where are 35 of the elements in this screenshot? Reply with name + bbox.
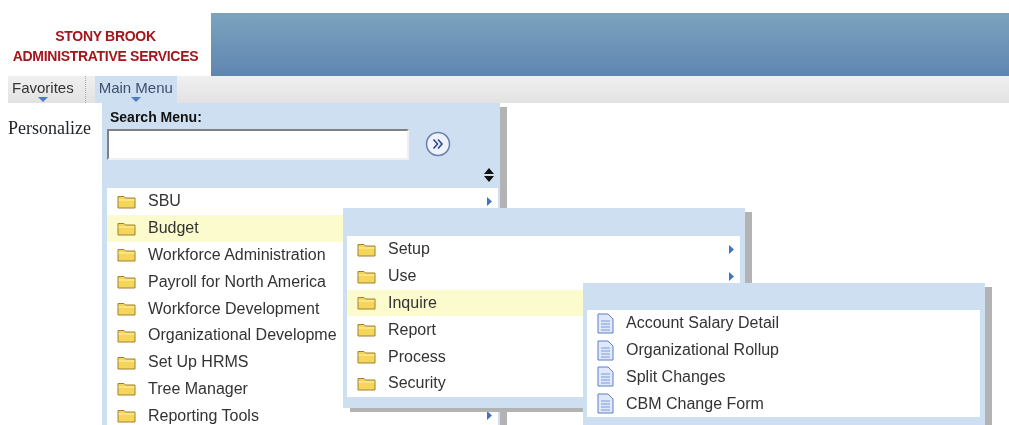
folder-icon [117, 301, 136, 317]
search-field[interactable] [107, 128, 409, 160]
menu-tab[interactable]: Main Menu [94, 76, 177, 103]
document-icon [597, 366, 614, 388]
folder-icon [357, 268, 376, 284]
menu-item[interactable]: Reporting Tools [107, 402, 498, 425]
folder-icon [117, 193, 136, 209]
logo-text: ADMINISTRATIVE SERVICES [12, 46, 199, 66]
go-button[interactable] [425, 131, 451, 157]
folder-icon [357, 295, 376, 311]
caret-icon [37, 97, 48, 102]
document-icon [597, 339, 614, 361]
page-text: Personalize [8, 117, 91, 140]
folder-icon [357, 375, 376, 391]
folder-icon [117, 354, 136, 370]
menu-item[interactable]: Organizational Rollup [587, 336, 980, 364]
menu-item[interactable]: CBM Change Form [587, 390, 980, 418]
folder-icon [357, 322, 376, 338]
menu-item[interactable]: Split Changes [587, 363, 980, 391]
search-label: Search Menu: [109, 108, 203, 127]
document-icon [597, 312, 614, 334]
folder-icon [117, 408, 136, 424]
logo-text: STONY BROOK [55, 26, 156, 46]
menu-tab[interactable]: Favorites [8, 76, 78, 103]
folder-icon [117, 247, 136, 263]
document-icon [597, 393, 614, 415]
folder-icon [117, 327, 136, 343]
sort-icon[interactable] [484, 168, 494, 182]
folder-icon [117, 381, 136, 397]
folder-icon [357, 349, 376, 365]
menu-item[interactable]: SBU [107, 188, 498, 215]
folder-icon [117, 220, 136, 236]
folder-icon [117, 274, 136, 290]
folder-icon [357, 241, 376, 257]
menu-item[interactable]: Use [347, 262, 740, 290]
